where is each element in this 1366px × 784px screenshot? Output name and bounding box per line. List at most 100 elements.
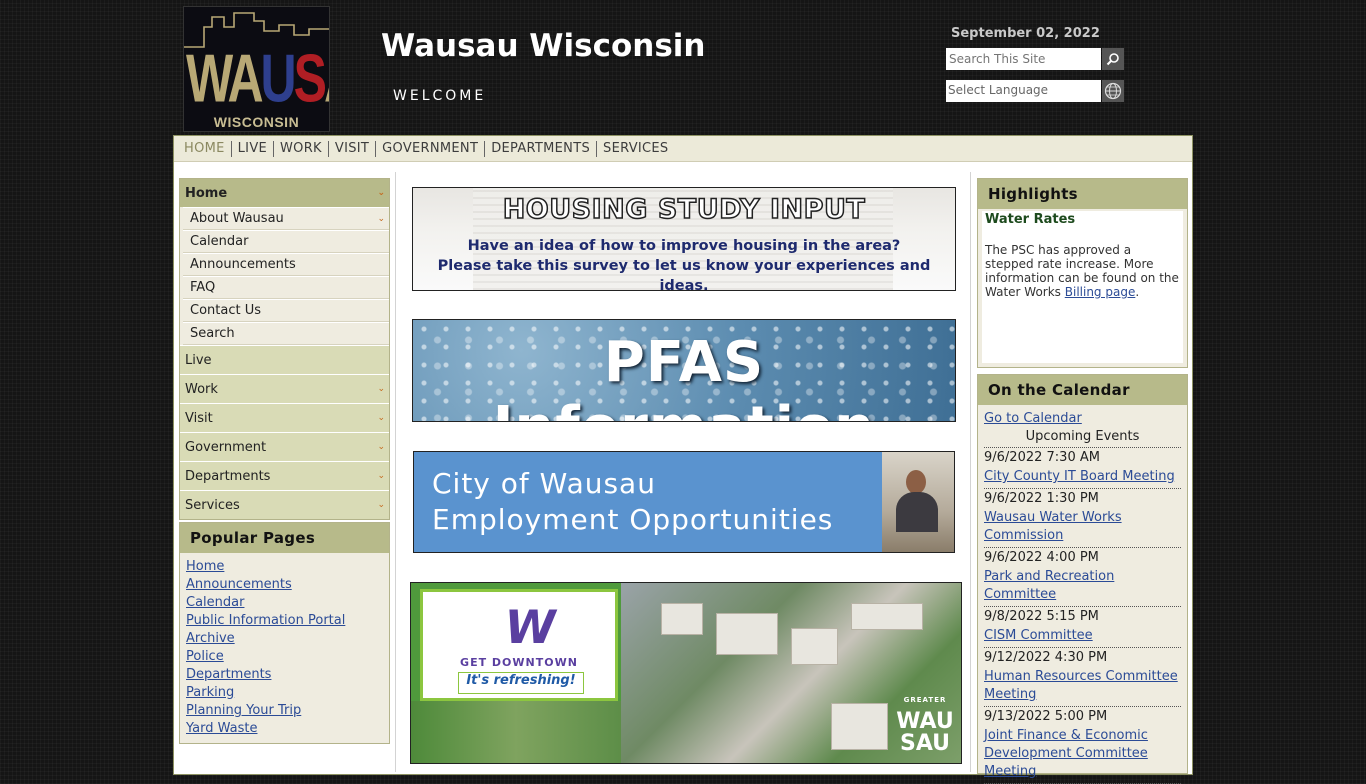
highlights-box: Highlights Water Rates The PSC has appro… [977,178,1188,368]
left-navigation: Home ⌄ About Wausau ⌄ Calendar Announcemen… [179,178,390,520]
popular-link[interactable]: Public Information Portal [186,613,345,628]
leftnav-about-wausau[interactable]: About Wausau ⌄ [183,207,389,230]
popular-link[interactable]: Archive [186,631,235,646]
upcoming-events-heading: Upcoming Events [984,429,1181,448]
event-date: 9/6/2022 1:30 PM [984,491,1099,506]
popular-link[interactable]: Parking [186,685,234,700]
event-link[interactable]: Wausau Water Works Commission [984,509,1181,545]
popular-link[interactable]: Planning Your Trip [186,703,301,718]
search-button[interactable] [1102,48,1124,70]
leftnav-home-label: Home [185,185,228,201]
building-shape [851,603,923,630]
event-date: 9/8/2022 5:15 PM [984,609,1099,624]
topnav-visit[interactable]: VISIT [329,141,375,156]
employment-line-1: City of Wausau [432,467,656,500]
pfas-banner[interactable]: PFAS Information [412,319,956,422]
leftnav-contact-us[interactable]: Contact Us [183,299,389,322]
topnav-live[interactable]: LIVE [232,141,273,156]
chevron-down-icon: ⌄ [377,442,385,452]
event-link[interactable]: CISM Committee [984,627,1181,645]
topnav-work[interactable]: WORK [274,141,328,156]
event-date: 9/13/2022 5:00 PM [984,709,1108,724]
popular-pages-box: Popular Pages Home Announcements Calenda… [179,522,390,744]
billing-page-link[interactable]: Billing page [1065,285,1136,299]
leftnav-section-label: Work [185,381,218,397]
logo-subtitle: WISCONSIN [213,114,300,130]
chevron-down-icon: ⌄ [377,188,385,198]
language-select[interactable]: Select Language [946,80,1101,102]
leftnav-home[interactable]: Home ⌄ [180,179,389,207]
greater-label: GREATER [903,696,947,704]
site-title: Wausau Wisconsin [381,28,706,64]
calendar-event: 9/6/2022 1:30 PM Wausau Water Works Commi… [984,489,1181,548]
highlights-body: Water Rates The PSC has approved a stepp… [982,211,1183,363]
housing-line-1: Have an idea of how to improve housing i… [467,238,901,254]
leftnav-services[interactable]: Services ⌄ [180,490,389,519]
leftnav-announcements[interactable]: Announcements [183,253,389,276]
sau-label: SAU [899,731,951,756]
leftnav-sub-label: About Wausau [190,211,284,226]
leftnav-section-label: Government [185,439,267,455]
popular-link[interactable]: Calendar [186,595,244,610]
employment-banner[interactable]: City of Wausau Employment Opportunities [413,451,955,553]
chevron-down-icon: ⌄ [377,384,385,394]
leftnav-section-label: Visit [185,410,213,426]
event-link[interactable]: Park and Recreation Committee [984,568,1181,604]
get-downtown-banner[interactable]: W GET DOWNTOWN It's refreshing! GREATER W… [410,582,962,764]
employment-banner-text: City of Wausau Employment Opportunities [432,466,833,538]
chevron-down-icon: ⌄ [377,500,385,510]
topnav-services[interactable]: SERVICES [597,141,674,156]
leftnav-live[interactable]: Live [180,345,389,374]
popular-link[interactable]: Departments [186,667,271,682]
event-date: 9/12/2022 4:30 PM [984,650,1108,665]
main-container: HOME LIVE WORK VISIT GOVERNMENT DEPARTME… [173,135,1193,784]
leftnav-sub-label: Calendar [190,234,249,249]
calendar-event: 9/6/2022 4:00 PM Park and Recreation Comm… [984,548,1181,607]
leftnav-government[interactable]: Government ⌄ [180,432,389,461]
event-link[interactable]: Joint Finance & Economic Development Com… [984,727,1181,781]
downtown-line-2: It's refreshing! [458,672,584,694]
chevron-down-icon: ⌄ [377,471,385,481]
logo-wordmark: WAUSAU [186,40,329,117]
housing-banner-title: HOUSING STUDY INPUT [502,193,866,226]
column-divider [395,172,396,772]
globe-icon [1104,82,1122,100]
leftnav-section-label: Services [185,497,240,513]
highlight-item-title: Water Rates [985,212,1076,227]
column-divider [970,172,971,772]
housing-banner-text: Have an idea of how to improve housing i… [413,236,955,290]
wausau-logo[interactable]: WAUSAU WISCONSIN [183,6,330,132]
event-link[interactable]: Human Resources Committee Meeting [984,668,1181,704]
leftnav-departments[interactable]: Departments ⌄ [180,461,389,490]
search-input[interactable] [946,48,1101,70]
popular-link[interactable]: Yard Waste [186,721,257,736]
calendar-box: On the Calendar Go to Calendar Upcoming … [977,374,1188,784]
leftnav-sub-label: Contact Us [190,303,261,318]
event-link[interactable]: City County IT Board Meeting [984,468,1181,486]
calendar-title: On the Calendar [978,375,1187,405]
leftnav-sub-label: FAQ [190,280,216,295]
leftnav-calendar[interactable]: Calendar [183,230,389,253]
popular-link[interactable]: Police [186,649,224,664]
downtown-line-1: GET DOWNTOWN [460,656,578,669]
leftnav-section-label: Departments [185,468,271,484]
popular-pages-title: Popular Pages [180,523,389,553]
leftnav-faq[interactable]: FAQ [183,276,389,299]
translate-button[interactable] [1102,80,1124,102]
top-navigation: HOME LIVE WORK VISIT GOVERNMENT DEPARTME… [174,136,1192,162]
topnav-government[interactable]: GOVERNMENT [376,141,484,156]
leftnav-work[interactable]: Work ⌄ [180,374,389,403]
leftnav-visit[interactable]: Visit ⌄ [180,403,389,432]
list-item: Calendar [186,595,389,613]
leftnav-search[interactable]: Search [183,322,389,345]
popular-link[interactable]: Announcements [186,577,292,592]
photo-person-head [906,470,926,494]
calendar-event: 9/12/2022 4:30 PM Human Resources Committ… [984,648,1181,707]
popular-link[interactable]: Home [186,559,224,574]
worker-photo [882,452,954,552]
building-shape [831,703,888,750]
housing-study-banner[interactable]: HOUSING STUDY INPUT Have an idea of how … [412,187,956,291]
topnav-departments[interactable]: DEPARTMENTS [485,141,596,156]
topnav-home[interactable]: HOME [178,141,231,156]
go-to-calendar-link[interactable]: Go to Calendar [984,411,1181,429]
